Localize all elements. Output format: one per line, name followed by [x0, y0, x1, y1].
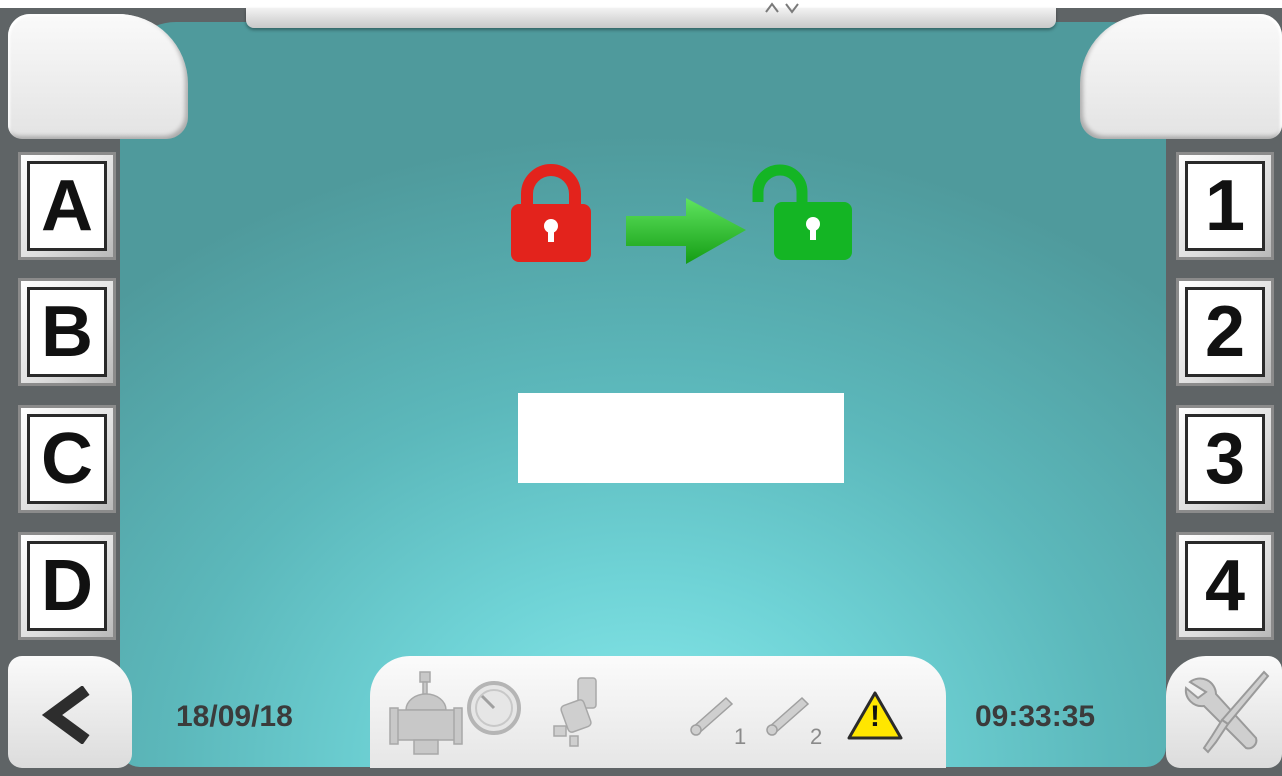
button-2[interactable]: 2 [1176, 278, 1274, 386]
unlocked-padlock-icon [752, 164, 852, 260]
sensor-1-icon [690, 696, 734, 736]
valve-icon [389, 671, 463, 755]
time-display: 09:33:35 [975, 700, 1096, 733]
tools-icon [1184, 670, 1270, 754]
gauge-icon [467, 681, 521, 735]
button-b[interactable]: B [18, 278, 116, 386]
button-4-label: 4 [1185, 541, 1265, 631]
back-button[interactable] [8, 656, 132, 768]
button-1-label: 1 [1185, 161, 1265, 251]
hmi-screen: A B C D 1 2 3 4 18/09/18 09:33:35 1 2 ! [0, 0, 1282, 776]
date-display: 18/09/18 [176, 700, 293, 733]
button-d[interactable]: D [18, 532, 116, 640]
button-2-label: 2 [1185, 287, 1265, 377]
warning-icon[interactable]: ! [846, 690, 904, 742]
top-right-panel [1080, 14, 1282, 139]
button-3-label: 3 [1185, 414, 1265, 504]
locked-padlock-icon [511, 164, 591, 262]
top-bar [246, 8, 1056, 28]
button-c-label: C [27, 414, 107, 504]
solenoid-icon [553, 677, 597, 747]
button-1[interactable]: 1 [1176, 152, 1274, 260]
arrow-right-icon [626, 198, 746, 264]
warning-symbol: ! [870, 700, 880, 733]
top-chevrons-icon [765, 2, 799, 14]
button-c[interactable]: C [18, 405, 116, 513]
sensor-1-label: 1 [734, 724, 747, 749]
password-input[interactable] [518, 393, 844, 483]
button-a[interactable]: A [18, 152, 116, 260]
sensor-2-label: 2 [810, 724, 823, 749]
chevron-left-icon [41, 686, 90, 744]
button-b-label: B [27, 287, 107, 377]
tools-button[interactable] [1166, 656, 1282, 768]
button-a-label: A [27, 161, 107, 251]
top-left-panel [8, 14, 188, 139]
button-3[interactable]: 3 [1176, 405, 1274, 513]
sensor-2-icon [766, 696, 810, 736]
button-4[interactable]: 4 [1176, 532, 1274, 640]
button-d-label: D [27, 541, 107, 631]
